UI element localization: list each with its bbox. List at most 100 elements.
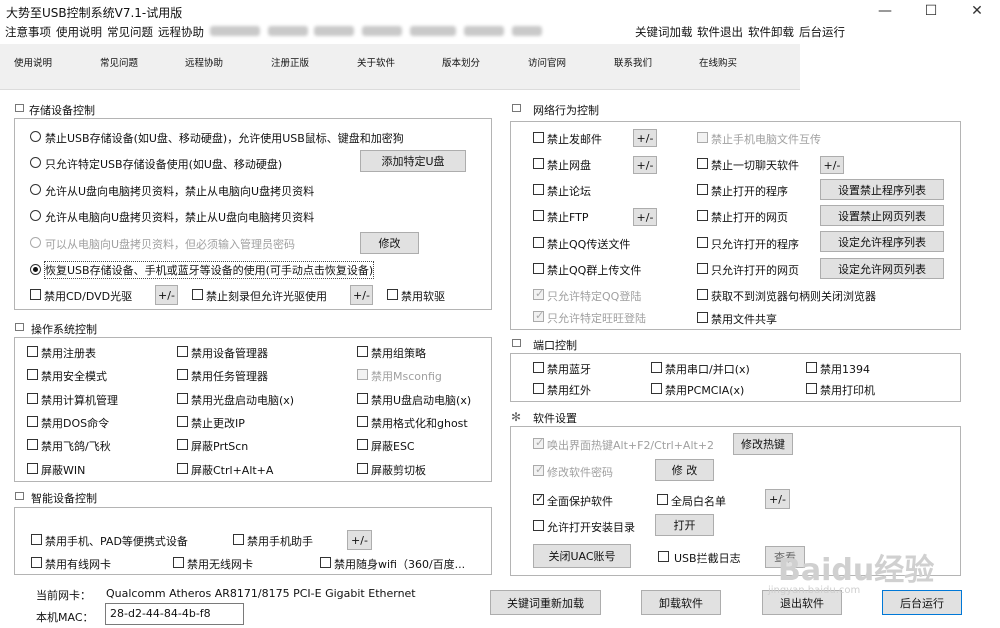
menu-manual[interactable]: 使用说明 <box>56 24 102 40</box>
install-dir-checkbox[interactable] <box>533 520 544 531</box>
storage-radio-6[interactable] <box>30 264 41 275</box>
network-checkbox[interactable] <box>533 287 544 300</box>
menu-uninstall[interactable]: 软件卸载 <box>748 24 794 40</box>
set-blocked-sites-button[interactable]: 设置禁止网页列表 <box>820 205 944 226</box>
disable-cd-checkbox[interactable] <box>30 289 41 300</box>
network-checkbox[interactable] <box>697 263 708 274</box>
chat-plus-minus-button[interactable]: +/- <box>820 156 844 174</box>
tab-versions[interactable]: 版本划分 <box>442 55 480 69</box>
tab-register[interactable]: 注册正版 <box>271 55 309 69</box>
network-checkbox[interactable] <box>533 132 544 143</box>
protect-checkbox[interactable] <box>533 492 544 505</box>
port-checkbox[interactable] <box>806 383 817 394</box>
tab-manual[interactable]: 使用说明 <box>14 55 52 69</box>
os-checkbox[interactable] <box>27 369 38 380</box>
storage-radio-3[interactable] <box>30 184 41 195</box>
cd-plus-minus-button[interactable]: +/- <box>155 285 178 305</box>
port-checkbox[interactable] <box>533 383 544 394</box>
menu-exit[interactable]: 软件退出 <box>697 24 743 40</box>
os-checkbox[interactable] <box>357 439 368 450</box>
os-checkbox[interactable] <box>177 369 188 380</box>
menu-keyword-load[interactable]: 关键词加载 <box>635 24 693 40</box>
tab-remote[interactable]: 远程协助 <box>185 55 223 69</box>
open-button[interactable]: 打开 <box>655 514 714 536</box>
os-checkbox[interactable] <box>177 416 188 427</box>
smart-checkbox[interactable] <box>233 534 244 545</box>
background-run-button[interactable]: 后台运行 <box>882 590 962 615</box>
os-checkbox[interactable] <box>177 346 188 357</box>
os-checkbox[interactable] <box>357 369 368 380</box>
storage-radio-2[interactable] <box>30 157 41 168</box>
network-checkbox[interactable] <box>697 132 708 143</box>
modify-button[interactable]: 修改 <box>360 232 419 254</box>
tab-about[interactable]: 关于软件 <box>357 55 395 69</box>
network-checkbox[interactable] <box>697 237 708 248</box>
network-checkbox[interactable] <box>697 184 708 195</box>
os-checkbox[interactable] <box>27 346 38 357</box>
menu-faq[interactable]: 常见问题 <box>107 24 153 40</box>
storage-radio-4[interactable] <box>30 210 41 221</box>
os-checkbox[interactable] <box>27 439 38 450</box>
smart-checkbox[interactable] <box>320 557 331 568</box>
minimize-button[interactable]: — <box>862 0 908 22</box>
port-checkbox[interactable] <box>651 383 662 394</box>
network-checkbox[interactable] <box>697 289 708 300</box>
os-checkbox[interactable] <box>177 439 188 450</box>
network-checkbox[interactable] <box>533 237 544 248</box>
disable-burn-checkbox[interactable] <box>192 289 203 300</box>
network-checkbox[interactable] <box>533 210 544 221</box>
mail-plus-minus-button[interactable]: +/- <box>633 129 657 147</box>
menu-remote[interactable]: 远程协助 <box>158 24 204 40</box>
netdisk-plus-minus-button[interactable]: +/- <box>633 156 657 174</box>
port-checkbox[interactable] <box>651 362 662 373</box>
close-button[interactable]: ✕ <box>954 0 1000 22</box>
network-checkbox[interactable] <box>533 309 544 322</box>
add-udisk-button[interactable]: 添加特定U盘 <box>360 150 466 172</box>
burn-plus-minus-button[interactable]: +/- <box>350 285 373 305</box>
close-uac-button[interactable]: 关闭UAC账号 <box>533 544 631 568</box>
storage-radio-5[interactable] <box>30 237 41 248</box>
hotkey-checkbox[interactable] <box>533 436 544 449</box>
uninstall-button[interactable]: 卸载软件 <box>641 590 721 615</box>
network-checkbox[interactable] <box>533 184 544 195</box>
network-checkbox[interactable] <box>697 158 708 169</box>
os-checkbox[interactable] <box>357 463 368 474</box>
modify-hotkey-button[interactable]: 修改热键 <box>733 433 793 455</box>
smart-checkbox[interactable] <box>31 534 42 545</box>
smart-plus-minus-button[interactable]: +/- <box>347 530 372 550</box>
os-checkbox[interactable] <box>27 416 38 427</box>
os-checkbox[interactable] <box>177 463 188 474</box>
smart-checkbox[interactable] <box>31 557 42 568</box>
disable-floppy-checkbox[interactable] <box>387 289 398 300</box>
os-checkbox[interactable] <box>357 346 368 357</box>
network-checkbox[interactable] <box>533 158 544 169</box>
smart-checkbox[interactable] <box>173 557 184 568</box>
whitelist-plus-minus-button[interactable]: +/- <box>765 489 790 509</box>
whitelist-checkbox[interactable] <box>657 494 668 505</box>
password-checkbox[interactable] <box>533 463 544 476</box>
set-blocked-programs-button[interactable]: 设置禁止程序列表 <box>820 179 944 200</box>
set-allowed-programs-button[interactable]: 设定允许程序列表 <box>820 231 944 252</box>
maximize-button[interactable]: ☐ <box>908 0 954 22</box>
os-checkbox[interactable] <box>357 416 368 427</box>
storage-radio-1[interactable] <box>30 131 41 142</box>
os-checkbox[interactable] <box>27 463 38 474</box>
tab-website[interactable]: 访问官网 <box>528 55 566 69</box>
tab-buy[interactable]: 在线购买 <box>699 55 737 69</box>
network-checkbox[interactable] <box>697 312 708 323</box>
os-checkbox[interactable] <box>27 393 38 404</box>
modify-password-button[interactable]: 修 改 <box>655 459 714 481</box>
usb-log-checkbox[interactable] <box>658 551 669 562</box>
network-checkbox[interactable] <box>697 210 708 221</box>
tab-contact[interactable]: 联系我们 <box>614 55 652 69</box>
tab-faq[interactable]: 常见问题 <box>100 55 138 69</box>
ftp-plus-minus-button[interactable]: +/- <box>633 208 657 226</box>
os-checkbox[interactable] <box>177 393 188 404</box>
mac-field[interactable]: 28-d2-44-84-4b-f8 <box>105 603 244 625</box>
reload-keywords-button[interactable]: 关键词重新加载 <box>490 590 601 615</box>
network-checkbox[interactable] <box>533 263 544 274</box>
port-checkbox[interactable] <box>533 362 544 373</box>
menu-background[interactable]: 后台运行 <box>799 24 845 40</box>
menu-notes[interactable]: 注意事项 <box>5 24 51 40</box>
set-allowed-sites-button[interactable]: 设定允许网页列表 <box>820 258 944 279</box>
